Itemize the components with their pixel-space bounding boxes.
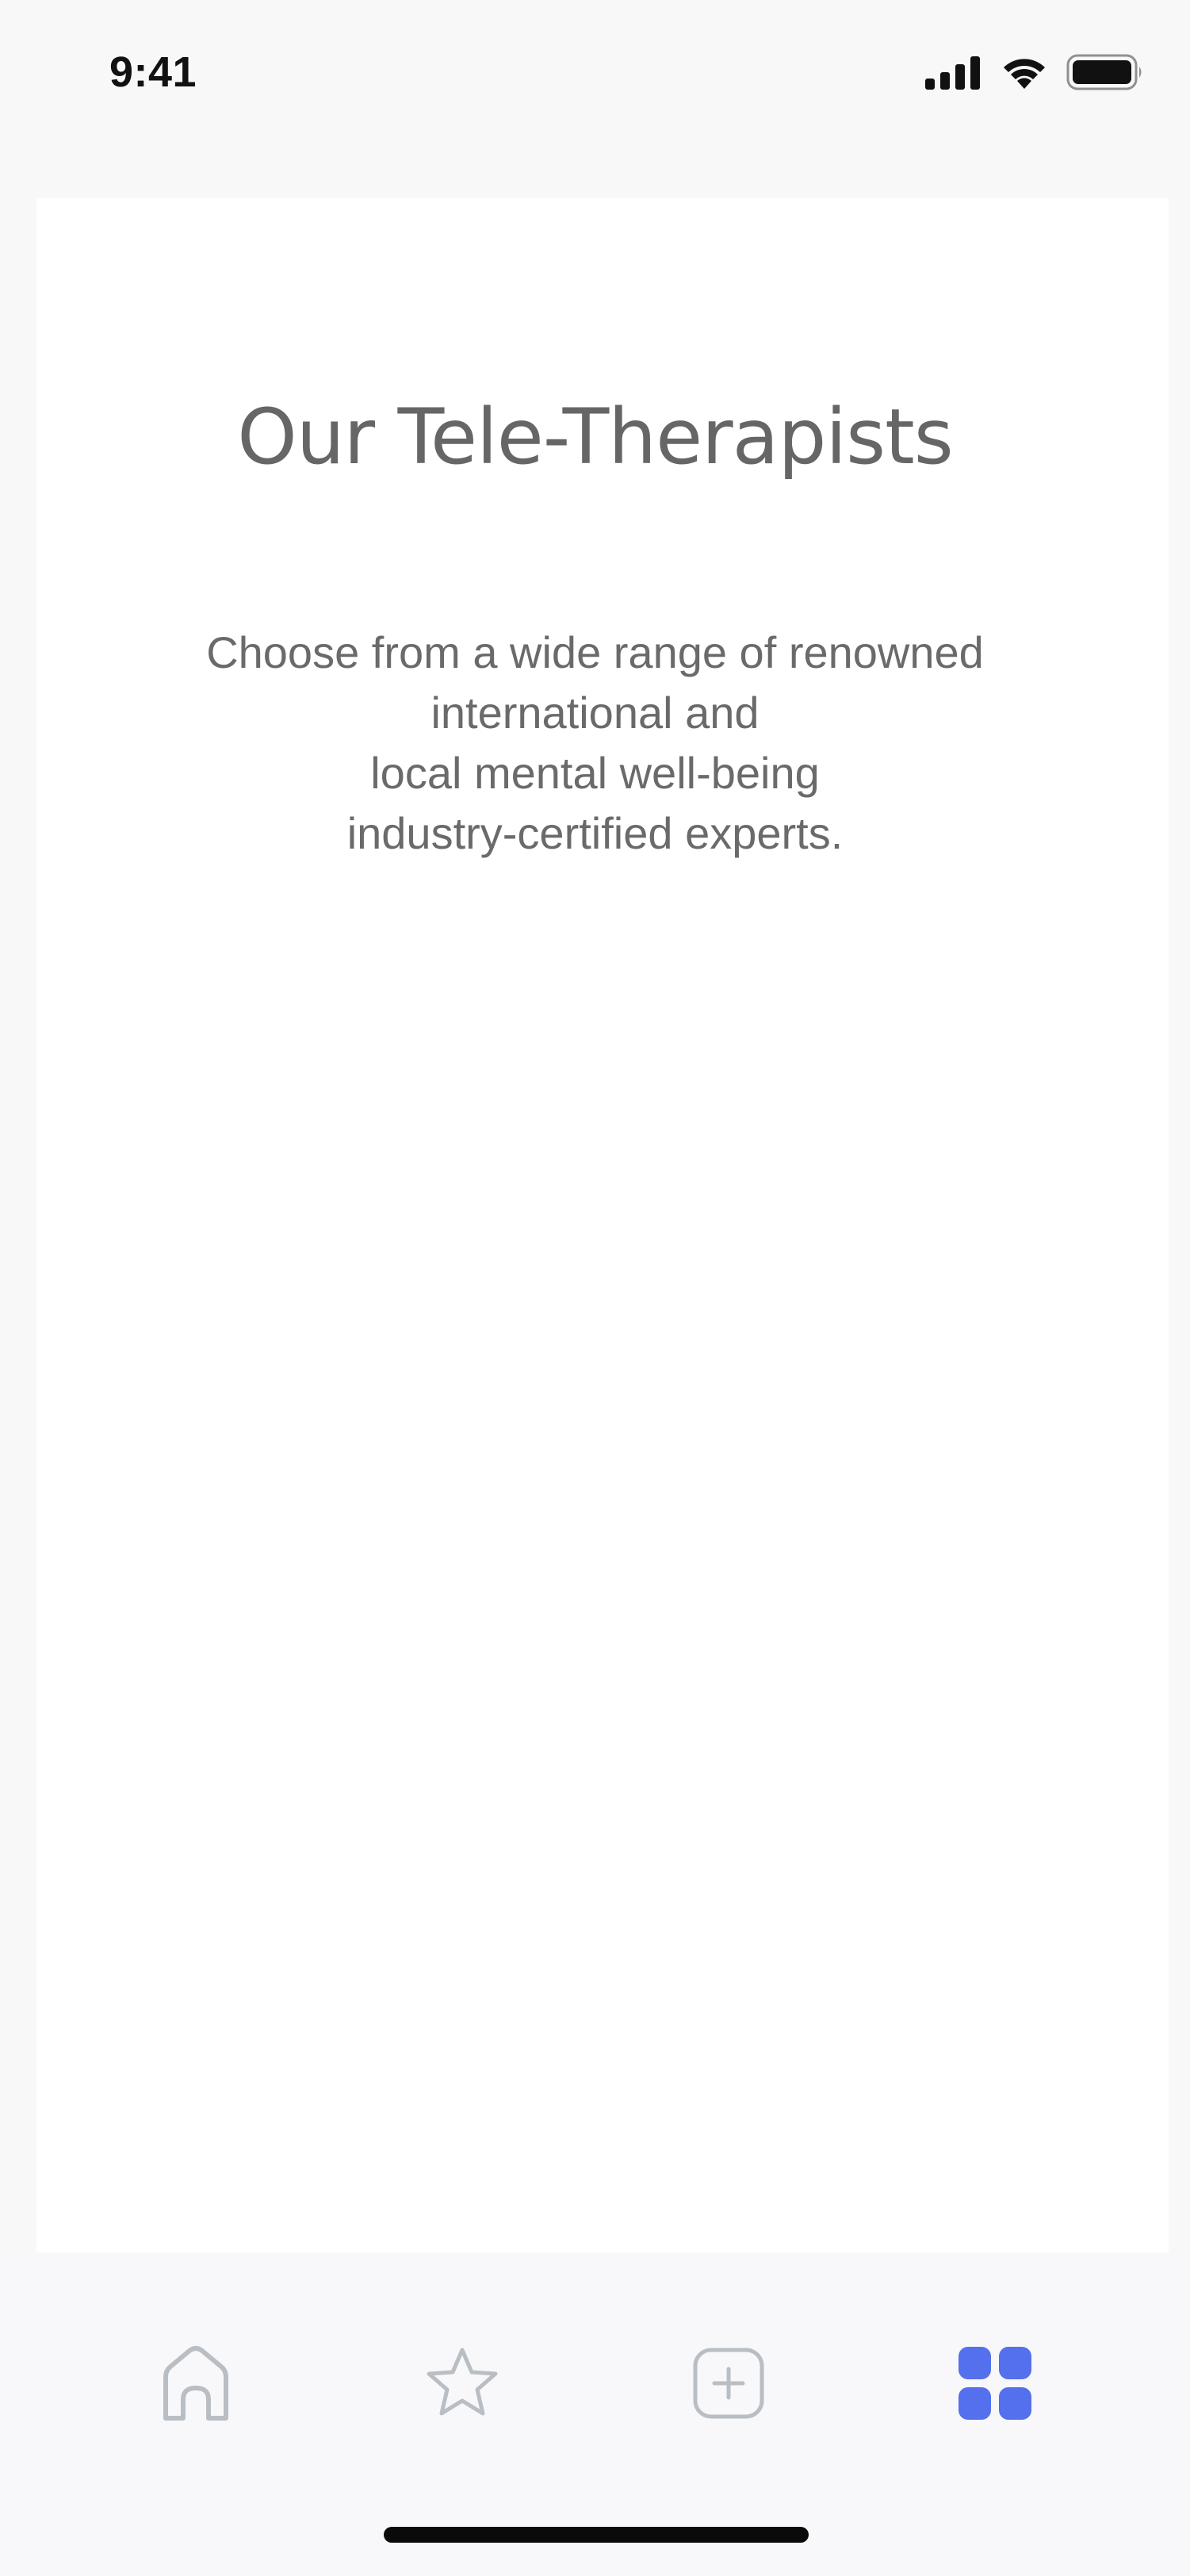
tab-add[interactable] — [685, 2341, 772, 2428]
star-icon — [424, 2345, 500, 2425]
description-line: Choose from a wide range of renowned — [206, 627, 984, 677]
page-description: Choose from a wide range of renowned int… — [0, 623, 1190, 864]
status-bar: 9:41 — [0, 0, 1190, 151]
tab-home[interactable] — [152, 2341, 239, 2428]
tab-apps[interactable] — [951, 2341, 1039, 2428]
status-time: 9:41 — [109, 48, 197, 96]
battery-icon — [1066, 54, 1144, 94]
screen: 9:41 Our Tele-Therapists Choose from a w… — [0, 0, 1190, 2576]
wifi-icon — [1000, 54, 1049, 94]
grid-icon — [957, 2345, 1033, 2425]
description-line: local mental well-being — [370, 748, 820, 798]
cellular-signal-icon — [925, 55, 982, 94]
status-icons — [925, 54, 1144, 94]
home-icon — [158, 2344, 234, 2427]
tab-favorites[interactable] — [419, 2341, 506, 2428]
page-title: Our Tele-Therapists — [237, 393, 953, 481]
description-line: international and — [430, 688, 760, 738]
description-line: industry-certified experts. — [346, 808, 844, 858]
add-square-icon — [691, 2345, 767, 2425]
content-card: Our Tele-Therapists Choose from a wide r… — [36, 198, 1169, 2292]
home-indicator — [384, 2527, 809, 2543]
